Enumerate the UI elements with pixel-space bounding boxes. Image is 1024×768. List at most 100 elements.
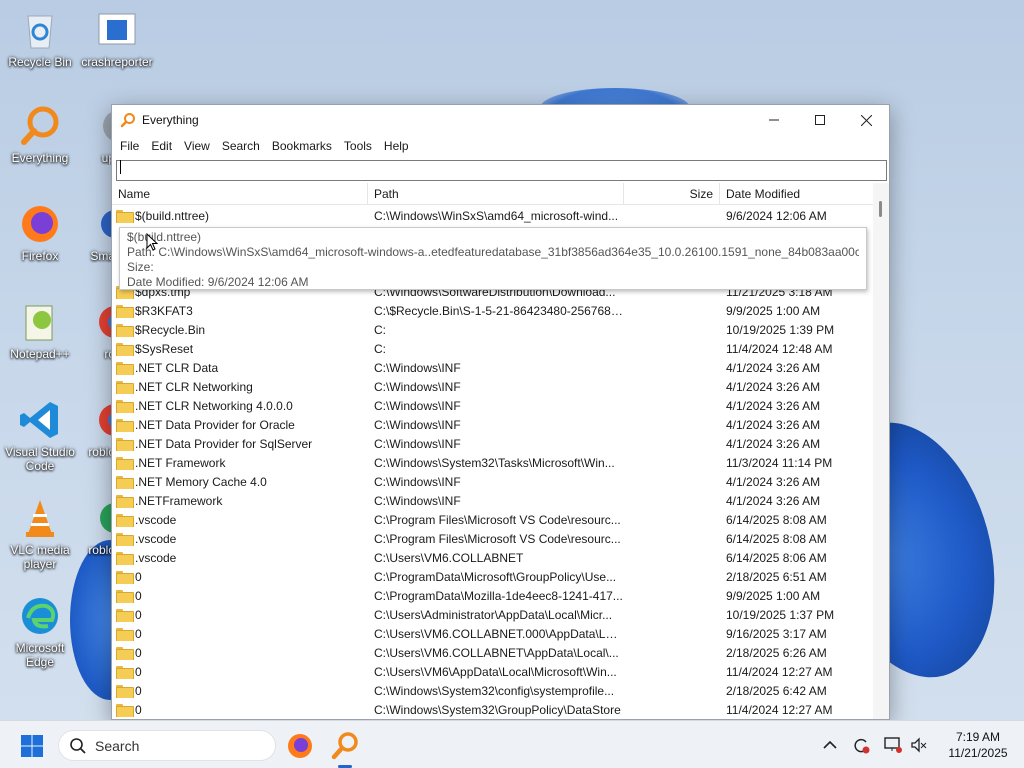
cell-date: 4/1/2024 3:26 AM <box>726 360 821 375</box>
cell-name: .vscode <box>112 532 368 546</box>
cell-path: C:\Windows\INF <box>374 474 461 489</box>
menu-search[interactable]: Search <box>216 135 266 157</box>
menu-edit[interactable]: Edit <box>145 135 178 157</box>
taskbar-search-box[interactable]: Search <box>58 730 276 761</box>
minimize-button[interactable] <box>751 105 797 135</box>
table-row[interactable]: .vscode C:\Users\VM6.COLLABNET 6/14/2025 8… <box>112 548 874 567</box>
start-button[interactable] <box>20 734 44 758</box>
folder-icon <box>116 361 134 375</box>
scrollbar-thumb[interactable] <box>879 201 882 217</box>
cell-name-text: .NET CLR Networking <box>135 379 253 394</box>
crashreporter-icon <box>95 8 139 52</box>
table-row[interactable]: 0 C:\Users\VM6.COLLABNET\AppData\Local\..… <box>112 643 874 662</box>
show-hidden-icons-button[interactable] <box>820 735 840 755</box>
desktop-icon-sma[interactable]: Sma <box>79 202 115 263</box>
cell-date: 4/1/2024 3:26 AM <box>726 436 821 451</box>
column-date-modified[interactable]: Date Modified <box>720 183 874 204</box>
cell-name-text: .vscode <box>135 531 177 546</box>
desktop-icon-firefox[interactable]: Firefox <box>2 202 78 263</box>
taskbar-clock[interactable]: 7:19 AM 11/21/2025 <box>940 729 1016 761</box>
taskbar-firefox-button[interactable] <box>284 730 316 762</box>
maximize-button[interactable] <box>797 105 843 135</box>
cell-name-text: .NET CLR Networking 4.0.0.0 <box>135 398 293 413</box>
taskbar-everything-button[interactable] <box>329 730 361 762</box>
desktop-icon-vscode[interactable]: Visual Studio Code <box>2 398 78 473</box>
menu-help[interactable]: Help <box>378 135 415 157</box>
sync-alert-icon <box>854 738 870 754</box>
vertical-scrollbar[interactable] <box>873 183 889 719</box>
cell-path: C: <box>374 322 386 337</box>
table-row[interactable]: .NET Data Provider for Oracle C:\Windows\… <box>112 415 874 434</box>
search-input[interactable] <box>116 160 887 181</box>
table-row[interactable]: .NETFramework C:\Windows\INF 4/1/2024 3:26… <box>112 491 874 510</box>
table-row[interactable]: .vscode C:\Program Files\Microsoft VS Cod… <box>112 510 874 529</box>
desktop-icon-updater[interactable]: up <box>79 104 115 165</box>
notepadpp-icon <box>18 300 62 344</box>
desktop-icon-crashreporter[interactable]: crashreporter <box>79 8 155 69</box>
menu-bookmarks[interactable]: Bookmarks <box>266 135 338 157</box>
close-button[interactable] <box>843 105 889 135</box>
cell-name-text: $(build.nttree) <box>135 208 210 223</box>
desktop-icon-vlc[interactable]: VLC media player <box>2 496 78 571</box>
table-row[interactable]: $SysReset C: 11/4/2024 12:48 AM <box>112 339 874 358</box>
table-row[interactable]: .NET Memory Cache 4.0 C:\Windows\INF 4/1/2… <box>112 472 874 491</box>
table-row[interactable]: 0 C:\Windows\System32\GroupPolicy\DataSto… <box>112 700 874 719</box>
column-name[interactable]: Name <box>112 183 368 204</box>
tray-update-button[interactable] <box>851 735 871 755</box>
cell-date: 9/6/2024 12:06 AM <box>726 208 827 223</box>
desktop-icon-label: up <box>101 151 115 165</box>
cell-name-text: .NET Data Provider for Oracle <box>135 417 295 432</box>
tray-network-button[interactable] <box>883 735 903 755</box>
table-row[interactable]: 0 C:\Users\Administrator\AppData\Local\Mi… <box>112 605 874 624</box>
table-row[interactable]: .NET CLR Networking 4.0.0.0 C:\Windows\IN… <box>112 396 874 415</box>
cell-path: C:\Windows\INF <box>374 436 461 451</box>
column-path[interactable]: Path <box>368 183 624 204</box>
desktop-icon-notepadpp[interactable]: Notepad++ <box>2 300 78 361</box>
title-bar[interactable]: Everything <box>112 105 889 135</box>
table-row[interactable]: .NET CLR Data C:\Windows\INF 4/1/2024 3:26… <box>112 358 874 377</box>
taskbar: Search 7:19 AM 11/21/2025 <box>0 720 1024 768</box>
desktop-icon-label: Visual Studio Code <box>5 445 75 473</box>
vscode-icon <box>18 398 62 442</box>
cell-path: C:\ProgramData\Microsoft\GroupPolicy\Use… <box>374 569 617 584</box>
table-row[interactable]: .NET Framework C:\Windows\System32\Tasks\… <box>112 453 874 472</box>
table-row[interactable]: 0 C:\ProgramData\Mozilla-1de4eec8-1241-41… <box>112 586 874 605</box>
folder-icon <box>116 475 134 489</box>
cell-name-text: .NET Data Provider for SqlServer <box>135 436 313 451</box>
cell-name: .NET CLR Networking 4.0.0.0 <box>112 399 368 413</box>
cell-path: C:\Windows\INF <box>374 398 461 413</box>
table-row[interactable]: 0 C:\ProgramData\Microsoft\GroupPolicy\Us… <box>112 567 874 586</box>
menu-tools[interactable]: Tools <box>338 135 378 157</box>
cell-name: .vscode <box>112 551 368 565</box>
clock-date: 11/21/2025 <box>948 746 1008 760</box>
table-row[interactable]: .NET Data Provider for SqlServer C:\Windo… <box>112 434 874 453</box>
cell-name-text: $SysReset <box>135 341 194 356</box>
desktop-icon-edge[interactable]: Microsoft Edge <box>2 594 78 669</box>
folder-icon <box>116 513 134 527</box>
table-row[interactable]: $Recycle.Bin C: 10/19/2025 1:39 PM <box>112 320 874 339</box>
tray-volume-button[interactable] <box>909 735 929 755</box>
table-row[interactable]: .vscode C:\Program Files\Microsoft VS Cod… <box>112 529 874 548</box>
minimize-icon <box>769 119 779 121</box>
column-size[interactable]: Size <box>624 183 720 204</box>
firefox-icon <box>288 734 312 758</box>
menu-file[interactable]: File <box>114 135 145 157</box>
desktop-icon-roblo-2[interactable]: roblo <box>79 496 115 557</box>
folder-icon <box>116 342 134 356</box>
cell-path: C:\Windows\System32\GroupPolicy\DataStor… <box>374 702 621 717</box>
table-row[interactable]: .NET CLR Networking C:\Windows\INF 4/1/202… <box>112 377 874 396</box>
menu-view[interactable]: View <box>178 135 216 157</box>
desktop-icon-ro[interactable]: ro <box>79 300 115 361</box>
folder-icon <box>116 684 134 698</box>
cell-date: 2/18/2025 6:51 AM <box>726 569 827 584</box>
desktop-icon-everything[interactable]: Everything <box>2 104 78 165</box>
cell-path: C:\Windows\INF <box>374 379 461 394</box>
desktop-icon-roblo-1[interactable]: roblo <box>79 398 115 459</box>
desktop-icon-recycle-bin[interactable]: Recycle Bin <box>2 8 78 69</box>
cell-path: C: <box>374 341 386 356</box>
table-row[interactable]: $R3KFAT3 C:\$Recycle.Bin\S-1-5-21-8642348… <box>112 301 874 320</box>
table-row[interactable]: 0 C:\Users\VM6\AppData\Local\Microsoft\Wi… <box>112 662 874 681</box>
table-row[interactable]: 0 C:\Windows\System32\config\systemprofil… <box>112 681 874 700</box>
table-row[interactable]: 0 C:\Users\VM6.COLLABNET.000\AppData\Loc.… <box>112 624 874 643</box>
table-row[interactable]: $(build.nttree) C:\Windows\WinSxS\amd64_m… <box>112 206 874 225</box>
